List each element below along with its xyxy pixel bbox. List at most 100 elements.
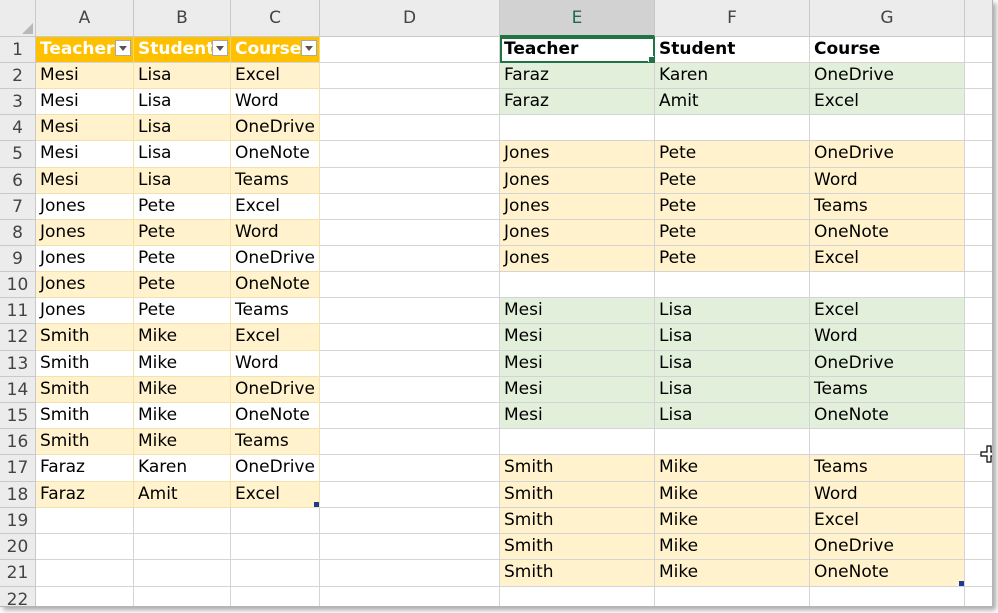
row-header-10[interactable]: 10 (0, 272, 36, 298)
cell-b2[interactable]: Lisa (134, 63, 231, 89)
cell-f10[interactable] (655, 272, 810, 298)
cell-g10[interactable] (810, 272, 965, 298)
cell-b18[interactable]: Amit (134, 482, 231, 508)
cell-a3[interactable]: Mesi (36, 89, 134, 115)
cell-a15[interactable]: Smith (36, 403, 134, 429)
cell-g11[interactable]: Excel (810, 298, 965, 324)
cell-a14[interactable]: Smith (36, 377, 134, 403)
column-header-a[interactable]: A (36, 0, 134, 37)
cell-h21[interactable] (965, 560, 992, 587)
cell-f12[interactable]: Lisa (655, 324, 810, 351)
cell-e9[interactable]: Jones (500, 246, 655, 272)
cell-e4[interactable] (500, 115, 655, 141)
cell-e19[interactable]: Smith (500, 508, 655, 534)
cell-d1[interactable] (320, 37, 500, 63)
cell-d9[interactable] (320, 246, 500, 272)
cell-e11[interactable]: Mesi (500, 298, 655, 324)
cell-f20[interactable]: Mike (655, 534, 810, 560)
cell-d3[interactable] (320, 89, 500, 115)
cell-e17[interactable]: Smith (500, 455, 655, 482)
cell-b3[interactable]: Lisa (134, 89, 231, 115)
cell-c14[interactable]: OneDrive (231, 377, 320, 403)
cell-a11[interactable]: Jones (36, 298, 134, 324)
cell-d11[interactable] (320, 298, 500, 324)
cell-a16[interactable]: Smith (36, 429, 134, 455)
cell-f2[interactable]: Karen (655, 63, 810, 89)
cell-c13[interactable]: Word (231, 351, 320, 377)
cell-h10[interactable] (965, 272, 992, 298)
cell-c20[interactable] (231, 534, 320, 560)
cell-g2[interactable]: OneDrive (810, 63, 965, 89)
cell-h6[interactable] (965, 168, 992, 194)
row-header-8[interactable]: 8 (0, 220, 36, 246)
column-header-g[interactable]: G (810, 0, 965, 37)
cell-a2[interactable]: Mesi (36, 63, 134, 89)
cell-e14[interactable]: Mesi (500, 377, 655, 403)
cell-d2[interactable] (320, 63, 500, 89)
cell-e8[interactable]: Jones (500, 220, 655, 246)
cell-f5[interactable]: Pete (655, 141, 810, 168)
filter-dropdown-icon[interactable] (301, 40, 317, 56)
column-header-b[interactable]: B (134, 0, 231, 37)
cell-c1[interactable]: Course (231, 37, 320, 63)
row-header-21[interactable]: 21 (0, 560, 36, 587)
cell-f6[interactable]: Pete (655, 168, 810, 194)
cell-c6[interactable]: Teams (231, 168, 320, 194)
row-header-18[interactable]: 18 (0, 482, 36, 508)
row-header-9[interactable]: 9 (0, 246, 36, 272)
cell-d20[interactable] (320, 534, 500, 560)
cell-f3[interactable]: Amit (655, 89, 810, 115)
cell-f9[interactable]: Pete (655, 246, 810, 272)
cell-g18[interactable]: Word (810, 482, 965, 508)
cell-a19[interactable] (36, 508, 134, 534)
row-header-1[interactable]: 1 (0, 37, 36, 63)
cell-e7[interactable]: Jones (500, 194, 655, 220)
cell-f17[interactable]: Mike (655, 455, 810, 482)
right-table-resize-handle[interactable] (959, 581, 964, 586)
cell-a9[interactable]: Jones (36, 246, 134, 272)
cell-h13[interactable] (965, 351, 992, 377)
cell-g22[interactable] (810, 587, 965, 606)
cell-e12[interactable]: Mesi (500, 324, 655, 351)
cell-c8[interactable]: Word (231, 220, 320, 246)
cell-h9[interactable] (965, 246, 992, 272)
cell-b19[interactable] (134, 508, 231, 534)
cell-c17[interactable]: OneDrive (231, 455, 320, 482)
cell-g16[interactable] (810, 429, 965, 455)
cell-c22[interactable] (231, 587, 320, 606)
cell-g4[interactable] (810, 115, 965, 141)
cell-b10[interactable]: Pete (134, 272, 231, 298)
cell-e10[interactable] (500, 272, 655, 298)
row-header-20[interactable]: 20 (0, 534, 36, 560)
cell-g19[interactable]: Excel (810, 508, 965, 534)
cell-d10[interactable] (320, 272, 500, 298)
cell-c2[interactable]: Excel (231, 63, 320, 89)
cell-b5[interactable]: Lisa (134, 141, 231, 168)
cell-e22[interactable] (500, 587, 655, 606)
row-header-5[interactable]: 5 (0, 141, 36, 168)
cell-a12[interactable]: Smith (36, 324, 134, 351)
cell-a10[interactable]: Jones (36, 272, 134, 298)
cell-a4[interactable]: Mesi (36, 115, 134, 141)
filter-dropdown-icon[interactable] (115, 40, 131, 56)
filter-dropdown-icon[interactable] (212, 40, 228, 56)
cell-c4[interactable]: OneDrive (231, 115, 320, 141)
row-header-17[interactable]: 17 (0, 455, 36, 482)
cell-g14[interactable]: Teams (810, 377, 965, 403)
cell-g9[interactable]: Excel (810, 246, 965, 272)
cell-e13[interactable]: Mesi (500, 351, 655, 377)
cell-f22[interactable] (655, 587, 810, 606)
cell-h11[interactable] (965, 298, 992, 324)
cell-c15[interactable]: OneNote (231, 403, 320, 429)
cell-b16[interactable]: Mike (134, 429, 231, 455)
cell-b21[interactable] (134, 560, 231, 587)
cell-c5[interactable]: OneNote (231, 141, 320, 168)
cell-d18[interactable] (320, 482, 500, 508)
row-header-19[interactable]: 19 (0, 508, 36, 534)
cell-f18[interactable]: Mike (655, 482, 810, 508)
cell-d12[interactable] (320, 324, 500, 351)
cell-f8[interactable]: Pete (655, 220, 810, 246)
cell-g13[interactable]: OneDrive (810, 351, 965, 377)
cell-f13[interactable]: Lisa (655, 351, 810, 377)
cell-c18[interactable]: Excel (231, 482, 320, 508)
